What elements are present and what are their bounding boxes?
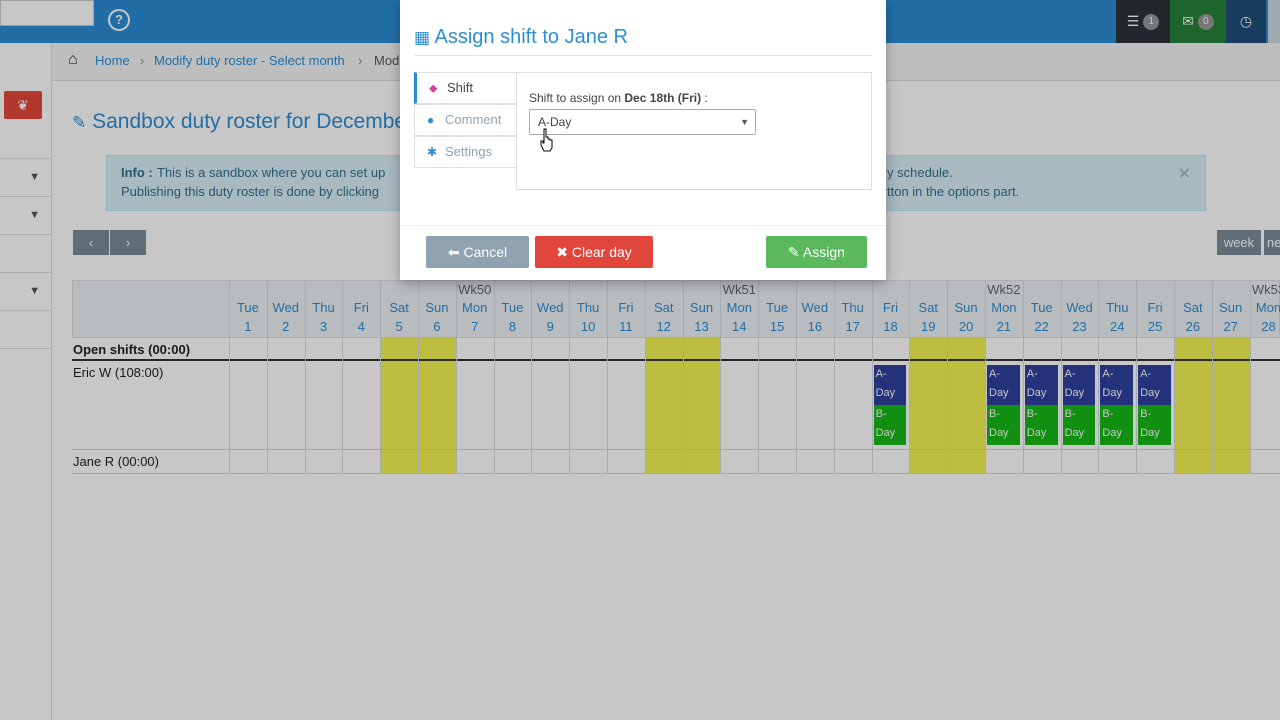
caret-down-icon: ▼ <box>740 117 749 127</box>
shift-tab-panel: Shift to assign on Dec 18th (Fri) : A-Da… <box>516 72 872 190</box>
shift-label-date: Dec 18th (Fri) <box>624 91 702 105</box>
modal-title: ▦ Assign shift to Jane R <box>414 26 628 49</box>
assign-shift-modal: ▦ Assign shift to Jane R ⬥ Shift ● Comme… <box>400 0 886 280</box>
comment-icon: ● <box>427 113 435 127</box>
modal-footer: ⬅ Cancel ✖ Clear day ✎ Assign <box>400 225 886 280</box>
pencil-icon: ✎ <box>788 244 800 260</box>
tab-settings[interactable]: ✱ Settings <box>414 136 517 168</box>
tab-settings-label: Settings <box>445 144 492 159</box>
shift-select[interactable]: A-Day ▼ <box>529 109 756 135</box>
shift-label-suffix: : <box>701 91 708 105</box>
calendar-icon: ▦ <box>414 28 431 47</box>
hand-cursor-icon <box>540 128 553 152</box>
tab-comment-label: Comment <box>445 112 502 127</box>
shift-field-label: Shift to assign on Dec 18th (Fri) : <box>529 91 708 105</box>
tab-shift[interactable]: ⬥ Shift <box>414 72 517 104</box>
modal-title-text: Assign shift to Jane R <box>434 26 628 48</box>
tab-shift-label: Shift <box>447 80 474 95</box>
shift-select-value: A-Day <box>538 115 572 129</box>
times-icon: ✖ <box>556 244 568 260</box>
gear-icon: ✱ <box>427 145 438 159</box>
assign-button[interactable]: ✎ Assign <box>766 236 867 268</box>
assign-label: Assign <box>802 244 845 260</box>
cancel-button[interactable]: ⬅ Cancel <box>426 236 529 268</box>
clear-day-label: Clear day <box>571 244 632 260</box>
modal-divider <box>414 55 872 56</box>
shift-label-prefix: Shift to assign on <box>529 91 625 105</box>
clear-day-button[interactable]: ✖ Clear day <box>535 236 653 268</box>
tab-comment[interactable]: ● Comment <box>414 104 517 136</box>
arrow-left-icon: ⬅ <box>447 244 460 260</box>
tag-icon: ⬥ <box>429 81 438 95</box>
cancel-label: Cancel <box>463 244 508 260</box>
